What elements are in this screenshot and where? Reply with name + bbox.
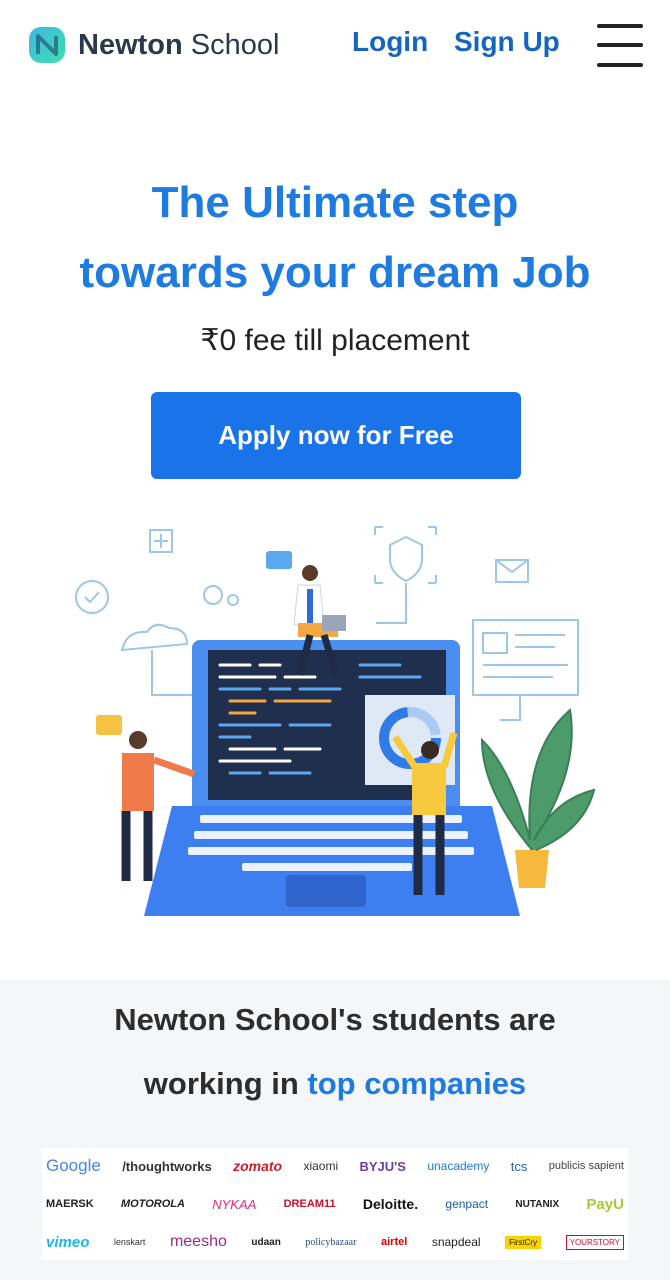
companies-title-line2: working in top companies xyxy=(0,1052,670,1116)
logo-thoughtworks: /thoughtworks xyxy=(122,1158,212,1174)
logo-dream11: DREAM11 xyxy=(283,1198,336,1210)
logo-nutanix: NUTANIX xyxy=(515,1198,560,1210)
logo-tcs: tcs xyxy=(510,1158,528,1174)
hero-illustration xyxy=(75,526,596,916)
logo-google: Google xyxy=(46,1156,101,1175)
logo-lenskart: lenskart xyxy=(113,1237,146,1247)
hero-title-line1: The Ultimate step xyxy=(151,178,519,227)
logo-policybazaar: policybazaar xyxy=(305,1236,357,1248)
logo-firstcry: FirstCry xyxy=(505,1235,542,1249)
logo-vimeo: vimeo xyxy=(46,1233,90,1251)
login-link[interactable]: Login xyxy=(352,26,428,58)
logo-xiaomi: xiaomi xyxy=(303,1159,339,1173)
logo-yourstory: YOURSTORY xyxy=(565,1234,624,1250)
logo-row-1: Google /thoughtworks zomato xiaomi BYJU'… xyxy=(42,1148,628,1184)
companies-title: Newton School's students are working in … xyxy=(0,988,670,1116)
logo-publicis-sapient: publicis sapient xyxy=(548,1160,624,1172)
companies-title-highlight: top companies xyxy=(307,1066,527,1101)
logo-maersk: MAERSK xyxy=(46,1198,94,1210)
logo-snapdeal: snapdeal xyxy=(431,1235,481,1249)
companies-title-prefix: working in xyxy=(143,1066,308,1101)
logo-unacademy: unacademy xyxy=(427,1159,490,1173)
hero-subtitle: ₹0 fee till placement xyxy=(200,324,470,357)
logo-byjus: BYJU'S xyxy=(359,1158,406,1174)
companies-section: Newton School's students are working in … xyxy=(0,980,670,1280)
site-header: Newton School Login Sign Up xyxy=(0,0,670,90)
hero-title: The Ultimate step towards your dream Job xyxy=(0,168,670,308)
brand-name: Newton School xyxy=(78,28,280,61)
logo-row-2: MAERSK MOTOROLA NYKAA DREAM11 Deloitte. … xyxy=(42,1186,628,1222)
company-logo-strip: Google /thoughtworks zomato xiaomi BYJU'… xyxy=(42,1148,628,1260)
logo-airtel: airtel xyxy=(381,1236,408,1248)
logo-genpact: genpact xyxy=(445,1197,489,1211)
signup-link[interactable]: Sign Up xyxy=(454,26,560,58)
brand-logo[interactable]: Newton School xyxy=(28,26,279,64)
logo-deloitte: Deloitte. xyxy=(362,1196,419,1212)
newton-logo-icon xyxy=(29,27,65,63)
logo-motorola: MOTOROLA xyxy=(120,1198,185,1210)
logo-nykaa: NYKAA xyxy=(212,1196,257,1212)
logo-udaan: udaan xyxy=(251,1236,281,1248)
menu-icon[interactable] xyxy=(597,24,643,68)
logo-row-3: vimeo lenskart meesho udaan policybazaar… xyxy=(42,1224,628,1260)
logo-zomato: zomato xyxy=(233,1158,283,1174)
logo-payu: PayU xyxy=(586,1195,624,1213)
apply-now-button[interactable]: Apply now for Free xyxy=(151,392,521,479)
companies-title-line1: Newton School's students are xyxy=(114,1002,556,1037)
hero-title-line2: towards your dream Job xyxy=(79,248,591,297)
logo-meesho: meesho xyxy=(169,1233,227,1250)
